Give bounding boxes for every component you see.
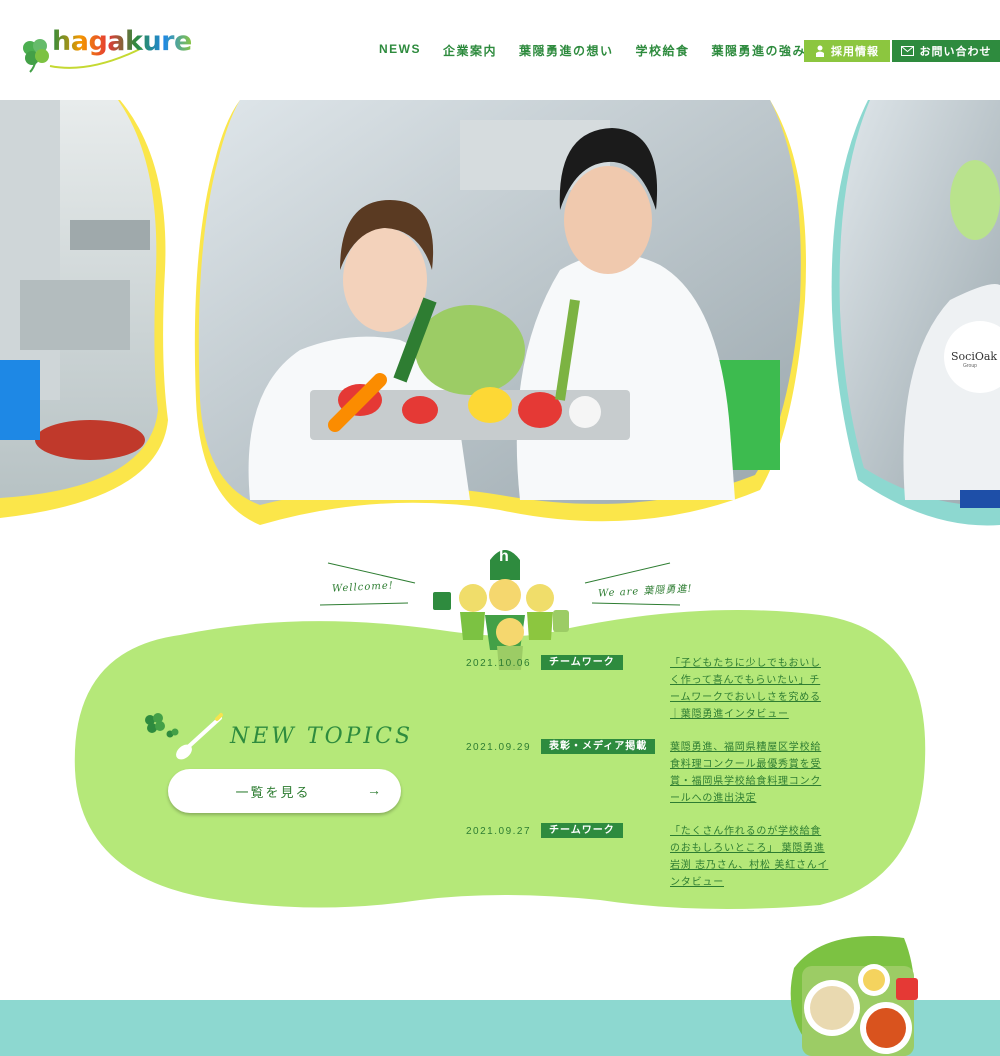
topic-item[interactable]: 2021.09.29 表彰・メディア掲載 葉隠勇進、福岡県糟屋区学校給食料理コン… xyxy=(466,739,846,809)
nav-news[interactable]: NEWS xyxy=(368,42,432,59)
mascot-letter: h xyxy=(499,548,509,565)
topic-link[interactable]: 「たくさん作れるのが学校給食のおもしろいところ」 葉隠勇進 岩渕 志乃さん、村松… xyxy=(670,823,830,891)
hero-slide-right[interactable] xyxy=(831,100,1000,526)
topic-tag[interactable]: 表彰・メディア掲載 xyxy=(541,739,656,754)
topic-tag[interactable]: チームワーク xyxy=(541,655,623,670)
topic-link[interactable]: 葉隠勇進、福岡県糟屋区学校給食料理コンクール最優秀賞を受賞・福岡県学校給食料理コ… xyxy=(670,739,830,807)
topic-item[interactable]: 2021.09.27 チームワーク 「たくさん作れるのが学校給食のおもしろいとこ… xyxy=(466,823,846,888)
hagakure-logo[interactable]: hagakure xyxy=(20,26,192,76)
socioak-badge-sub: Group xyxy=(963,363,977,369)
topics-title: NEW TOPICS xyxy=(230,724,414,749)
main-nav: NEWS 企業案内 葉隠勇進の想い 学校給食 葉隠勇進の強み xyxy=(368,42,817,59)
hero-slide-left[interactable] xyxy=(0,100,168,518)
recruit-button[interactable]: 採用情報 xyxy=(804,40,890,62)
nav-company[interactable]: 企業案内 xyxy=(432,42,508,59)
contact-button[interactable]: お問い合わせ xyxy=(892,40,1000,62)
lunch-tray-illustration xyxy=(790,936,918,1056)
topic-date: 2021.09.29 xyxy=(466,742,532,753)
topic-link[interactable]: 「子どもたちに少しでもおいしく作って喜んでもらいたい」チームワークでおいしさを究… xyxy=(670,655,830,723)
nav-strengths[interactable]: 葉隠勇進の強み xyxy=(701,42,818,59)
nav-philosophy[interactable]: 葉隠勇進の想い xyxy=(508,42,625,59)
topic-date: 2021.09.27 xyxy=(466,826,532,837)
clover-spoon-icon xyxy=(145,713,223,760)
hero-slide-main[interactable] xyxy=(194,100,806,525)
topic-date: 2021.10.06 xyxy=(466,658,532,669)
view-all-button[interactable]: 一覧を見る → xyxy=(168,769,401,813)
recruit-label: 採用情報 xyxy=(831,46,879,58)
arrow-right-icon: → xyxy=(367,782,381,798)
person-icon xyxy=(816,45,824,57)
hero-slider xyxy=(0,100,1000,526)
contact-label: お問い合わせ xyxy=(919,46,992,58)
socioak-badge: SociOak xyxy=(951,350,998,363)
logo-wordmark: hagakure xyxy=(52,26,192,57)
nav-school-lunch[interactable]: 学校給食 xyxy=(625,42,701,59)
topic-tag[interactable]: チームワーク xyxy=(541,823,623,838)
site-header: hagakure NEWS 企業案内 葉隠勇進の想い 学校給食 葉隠勇進の強み … xyxy=(0,0,1000,100)
mail-icon xyxy=(900,46,914,56)
view-all-label: 一覧を見る xyxy=(235,785,311,800)
topic-item[interactable]: 2021.10.06 チームワーク 「子どもたちに少しでもおいしく作って喜んでも… xyxy=(466,655,846,725)
